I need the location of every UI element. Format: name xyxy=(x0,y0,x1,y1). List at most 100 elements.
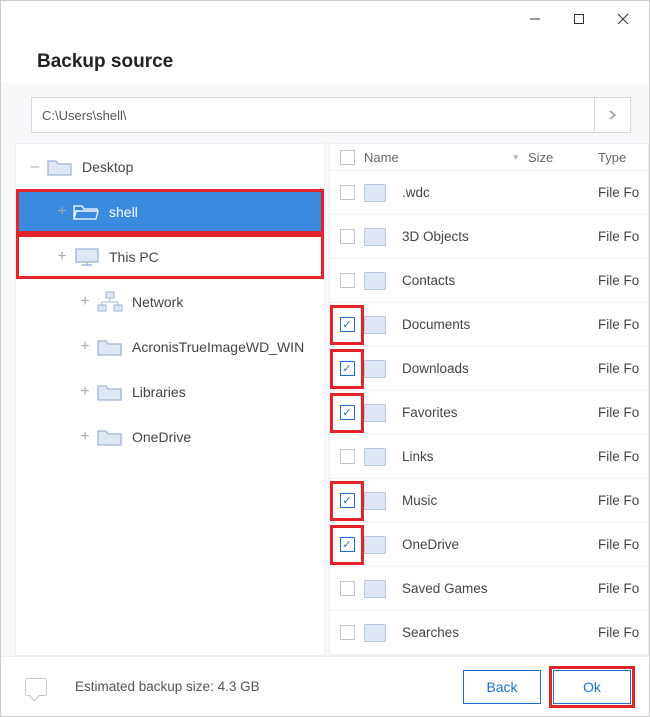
expander-icon[interactable]: + xyxy=(55,204,69,220)
header-checkbox-cell xyxy=(330,150,364,165)
tree-item-label: Network xyxy=(132,294,183,310)
file-name: Documents xyxy=(402,317,470,332)
pc-icon xyxy=(73,246,101,268)
file-rows: .wdcFile Fo3D ObjectsFile FoContactsFile… xyxy=(330,171,648,655)
file-row[interactable]: LinksFile Fo xyxy=(330,435,648,479)
expander-icon[interactable]: + xyxy=(78,384,92,400)
type-cell: File Fo xyxy=(598,317,648,332)
name-cell: Music xyxy=(364,492,528,510)
file-name: Downloads xyxy=(402,361,469,376)
file-row[interactable]: ✓ OneDrive File Fo xyxy=(330,523,648,567)
tree-item[interactable]: + Libraries xyxy=(16,369,324,414)
expander-icon[interactable]: – xyxy=(28,159,42,175)
checkbox-cell: ✓ xyxy=(330,393,364,433)
folder-icon xyxy=(364,580,386,598)
checkbox-cell xyxy=(330,229,364,244)
row-checkbox[interactable] xyxy=(340,273,355,288)
row-checkbox[interactable] xyxy=(340,229,355,244)
tree-item-label: Libraries xyxy=(132,384,186,400)
folder-icon xyxy=(96,381,124,403)
row-checkbox[interactable]: ✓ xyxy=(340,493,355,508)
path-input[interactable] xyxy=(31,97,595,133)
checkbox-cell xyxy=(330,185,364,200)
back-button[interactable]: Back xyxy=(463,670,541,704)
column-header-name[interactable]: Name ▾ xyxy=(364,150,528,165)
maximize-button[interactable] xyxy=(557,4,601,34)
expander-icon[interactable]: + xyxy=(55,249,69,265)
type-cell: File Fo xyxy=(598,625,648,640)
file-row[interactable]: Saved GamesFile Fo xyxy=(330,567,648,611)
file-name: Saved Games xyxy=(402,581,488,596)
name-cell: 3D Objects xyxy=(364,228,528,246)
file-row[interactable]: .wdcFile Fo xyxy=(330,171,648,215)
row-checkbox[interactable] xyxy=(340,581,355,596)
row-checkbox[interactable] xyxy=(340,185,355,200)
checkbox-cell: ✓ xyxy=(330,525,364,565)
tree-item[interactable]: + AcronisTrueImageWD_WIN xyxy=(16,324,324,369)
titlebar xyxy=(1,1,649,37)
row-checkbox[interactable]: ✓ xyxy=(340,537,355,552)
row-checkbox[interactable]: ✓ xyxy=(340,405,355,420)
chat-icon[interactable] xyxy=(25,678,47,696)
path-go-button[interactable] xyxy=(595,97,631,133)
name-cell: Contacts xyxy=(364,272,528,290)
file-row[interactable]: ✓ Documents File Fo xyxy=(330,303,648,347)
folder-tree[interactable]: –Desktop + shell + This PC + Network + AcronisTr… xyxy=(15,143,325,656)
folder-icon xyxy=(364,448,386,466)
name-cell: OneDrive xyxy=(364,536,528,554)
column-header-size[interactable]: Size xyxy=(528,150,598,165)
tree-item-label: AcronisTrueImageWD_WIN xyxy=(132,339,304,355)
name-cell: Links xyxy=(364,448,528,466)
ok-button[interactable]: Ok xyxy=(553,670,631,704)
checkbox-cell xyxy=(330,273,364,288)
page-title: Backup source xyxy=(37,51,625,73)
row-checkbox[interactable] xyxy=(340,449,355,464)
checkbox-cell: ✓ xyxy=(330,349,364,389)
tree-item[interactable]: + This PC xyxy=(16,234,324,279)
type-cell: File Fo xyxy=(598,229,648,244)
checkbox-cell xyxy=(330,449,364,464)
select-all-checkbox[interactable] xyxy=(340,150,355,165)
checkbox-cell: ✓ xyxy=(330,305,364,345)
tree-item-label: This PC xyxy=(109,249,159,265)
column-header-type[interactable]: Type xyxy=(598,150,648,165)
folder-icon xyxy=(364,624,386,642)
file-row[interactable]: ✓ Music File Fo xyxy=(330,479,648,523)
folder-icon xyxy=(364,536,386,554)
row-checkbox[interactable]: ✓ xyxy=(340,317,355,332)
type-cell: File Fo xyxy=(598,537,648,552)
file-name: OneDrive xyxy=(402,537,459,552)
file-row[interactable]: SearchesFile Fo xyxy=(330,611,648,655)
backup-source-dialog: Backup source –Desktop + shell + This PC + Net… xyxy=(0,0,650,717)
row-checkbox[interactable]: ✓ xyxy=(340,361,355,376)
tree-item-label: shell xyxy=(109,204,138,220)
minimize-button[interactable] xyxy=(513,4,557,34)
checkbox-cell: ✓ xyxy=(330,481,364,521)
tree-item[interactable]: +OneDrive xyxy=(16,414,324,459)
tree-item[interactable]: –Desktop xyxy=(16,144,324,189)
tree-item[interactable]: + shell xyxy=(16,189,324,234)
name-cell: Saved Games xyxy=(364,580,528,598)
type-cell: File Fo xyxy=(598,493,648,508)
type-cell: File Fo xyxy=(598,185,648,200)
file-row[interactable]: ContactsFile Fo xyxy=(330,259,648,303)
header: Backup source xyxy=(1,37,649,83)
path-bar xyxy=(31,97,631,133)
list-header: Name ▾ Size Type xyxy=(330,144,648,171)
file-name: Favorites xyxy=(402,405,458,420)
close-button[interactable] xyxy=(601,4,645,34)
expander-icon[interactable]: + xyxy=(78,339,92,355)
footer-buttons: Back Ok xyxy=(463,670,631,704)
file-row[interactable]: ✓FavoritesFile Fo xyxy=(330,391,648,435)
row-checkbox[interactable] xyxy=(340,625,355,640)
network-icon xyxy=(96,291,124,313)
name-cell: Downloads xyxy=(364,360,528,378)
file-row[interactable]: ✓DownloadsFile Fo xyxy=(330,347,648,391)
file-row[interactable]: 3D Objects File Fo xyxy=(330,215,648,259)
footer: Estimated backup size: 4.3 GB Back Ok xyxy=(1,656,649,716)
tree-item[interactable]: + Network xyxy=(16,279,324,324)
folder-icon xyxy=(364,316,386,334)
expander-icon[interactable]: + xyxy=(78,294,92,310)
expander-icon[interactable]: + xyxy=(78,429,92,445)
folder-open-icon xyxy=(73,201,101,223)
